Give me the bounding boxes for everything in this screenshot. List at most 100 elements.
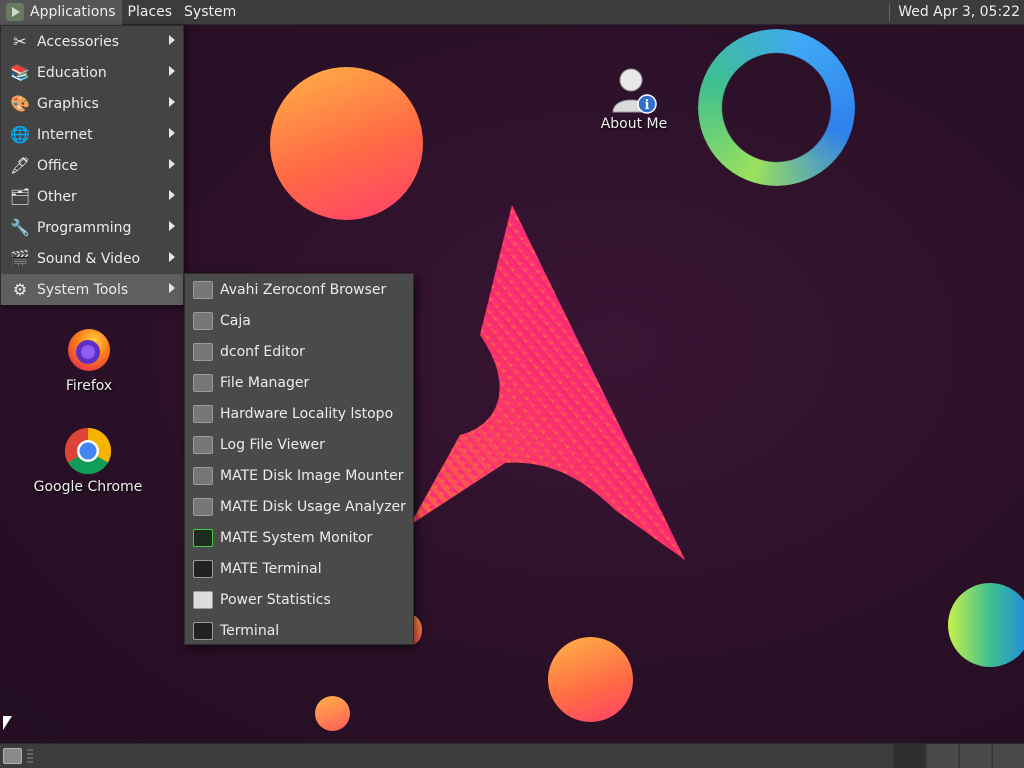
bottom-panel	[0, 743, 1024, 768]
desktop-icon-label: About Me	[600, 116, 668, 132]
log-viewer-icon	[193, 435, 213, 454]
submenu-item-caja[interactable]: Caja	[185, 305, 413, 336]
chevron-right-icon	[169, 159, 175, 169]
accessories-icon: ✂	[13, 32, 27, 51]
places-menu[interactable]: Places	[122, 0, 179, 25]
chevron-right-icon	[169, 97, 175, 107]
submenu-item-avahi[interactable]: Avahi Zeroconf Browser	[185, 274, 413, 305]
show-desktop-button[interactable]	[3, 748, 22, 764]
menu-item-sound-video[interactable]: 🎬 Sound & Video	[1, 243, 183, 274]
menu-item-other[interactable]: 🗂 Other	[1, 181, 183, 212]
desktop-icon-label: Firefox	[65, 378, 113, 394]
submenu-item-label: Power Statistics	[220, 591, 331, 608]
system-monitor-icon	[193, 528, 213, 547]
user-icon: i	[612, 68, 657, 114]
desktop-icon-firefox[interactable]: Firefox	[54, 326, 124, 394]
wallpaper-green-blue-circle	[948, 583, 1024, 667]
education-icon: 📚	[10, 63, 30, 82]
terminal-icon	[193, 621, 213, 640]
menu-item-education[interactable]: 📚 Education	[1, 57, 183, 88]
applications-dropdown: ✂ Accessories 📚 Education 🎨 Graphics 🌐 I…	[0, 25, 184, 305]
menu-item-office[interactable]: 🖋 Office	[1, 150, 183, 181]
top-panel: Applications Places System Wed Apr 3, 05…	[0, 0, 1024, 25]
internet-icon: 🌐	[10, 125, 30, 144]
menu-item-label: Other	[37, 188, 77, 205]
submenu-item-power-statistics[interactable]: Power Statistics	[185, 584, 413, 615]
menu-item-accessories[interactable]: ✂ Accessories	[1, 26, 183, 57]
office-icon: 🖋	[9, 156, 31, 175]
other-icon: 🗂	[9, 187, 31, 206]
system-menu[interactable]: System	[178, 0, 242, 25]
programming-icon: 🔧	[10, 218, 30, 237]
firefox-icon	[68, 329, 110, 371]
submenu-item-disk-image-mounter[interactable]: MATE Disk Image Mounter	[185, 460, 413, 491]
disk-mounter-icon	[193, 466, 213, 485]
system-tools-icon: ⚙	[12, 280, 28, 299]
system-tools-submenu: Avahi Zeroconf Browser Caja dconf Editor…	[184, 273, 414, 645]
disk-usage-icon	[193, 497, 213, 516]
workspace-3[interactable]	[959, 744, 991, 768]
file-manager-icon	[193, 373, 213, 392]
submenu-item-label: MATE Disk Image Mounter	[220, 467, 404, 484]
clock-applet[interactable]: Wed Apr 3, 05:22	[889, 0, 1024, 25]
dconf-icon	[193, 342, 213, 361]
power-statistics-icon	[193, 590, 213, 609]
menu-item-label: Accessories	[37, 33, 120, 50]
wallpaper-small-circle	[315, 696, 350, 731]
chevron-right-icon	[169, 252, 175, 262]
menu-item-label: System Tools	[37, 281, 129, 298]
mouse-pointer-icon	[3, 716, 12, 730]
wallpaper-orange-circle	[270, 67, 423, 220]
submenu-item-label: Log File Viewer	[220, 436, 325, 453]
terminal-icon	[193, 559, 213, 578]
menu-item-label: Office	[37, 157, 78, 174]
wallpaper-gradient-ring	[698, 29, 855, 186]
desktop-icon-about-me[interactable]: i About Me	[600, 66, 668, 132]
arch-logo	[410, 205, 685, 560]
submenu-item-disk-usage[interactable]: MATE Disk Usage Analyzer	[185, 491, 413, 522]
menu-item-internet[interactable]: 🌐 Internet	[1, 119, 183, 150]
workspace-2[interactable]	[926, 744, 958, 768]
clock-text: Wed Apr 3, 05:22	[898, 4, 1020, 20]
menu-item-label: Education	[37, 64, 107, 81]
menu-item-label: Programming	[37, 219, 132, 236]
chevron-right-icon	[169, 128, 175, 138]
submenu-item-label: Hardware Locality lstopo	[220, 405, 394, 422]
submenu-item-label: Avahi Zeroconf Browser	[220, 281, 387, 298]
menu-item-programming[interactable]: 🔧 Programming	[1, 212, 183, 243]
hardware-icon	[193, 404, 213, 423]
workspace-1[interactable]	[893, 744, 925, 768]
submenu-item-label: MATE Disk Usage Analyzer	[220, 498, 406, 515]
graphics-icon: 🎨	[10, 94, 30, 113]
panel-handle	[27, 749, 33, 763]
workspace-4[interactable]	[992, 744, 1024, 768]
menu-item-label: Graphics	[37, 95, 99, 112]
wallpaper-orange-circle-bottom	[548, 637, 633, 722]
submenu-item-label: File Manager	[220, 374, 310, 391]
chevron-right-icon	[169, 190, 175, 200]
submenu-item-dconf-editor[interactable]: dconf Editor	[185, 336, 413, 367]
applications-menu[interactable]: Applications	[0, 0, 122, 25]
submenu-item-terminal[interactable]: Terminal	[185, 615, 413, 646]
chevron-right-icon	[169, 66, 175, 76]
submenu-item-lstopo[interactable]: Hardware Locality lstopo	[185, 398, 413, 429]
chevron-right-icon	[169, 35, 175, 45]
caja-icon	[193, 311, 213, 330]
menu-item-graphics[interactable]: 🎨 Graphics	[1, 88, 183, 119]
submenu-item-log-viewer[interactable]: Log File Viewer	[185, 429, 413, 460]
chrome-icon	[64, 427, 112, 475]
submenu-item-mate-terminal[interactable]: MATE Terminal	[185, 553, 413, 584]
svg-text:i: i	[645, 98, 650, 113]
applications-label: Applications	[30, 4, 116, 20]
submenu-item-label: MATE System Monitor	[220, 529, 373, 546]
menu-item-label: Internet	[37, 126, 93, 143]
desktop-icon-label: Google Chrome	[33, 479, 143, 495]
submenu-item-system-monitor[interactable]: MATE System Monitor	[185, 522, 413, 553]
chevron-right-icon	[169, 221, 175, 231]
panel-separator	[889, 3, 891, 21]
desktop-icon-chrome[interactable]: Google Chrome	[34, 427, 142, 495]
menu-item-label: Sound & Video	[37, 250, 141, 267]
submenu-item-file-manager[interactable]: File Manager	[185, 367, 413, 398]
menu-item-system-tools[interactable]: ⚙ System Tools	[1, 274, 183, 305]
mate-logo-icon	[6, 3, 24, 21]
